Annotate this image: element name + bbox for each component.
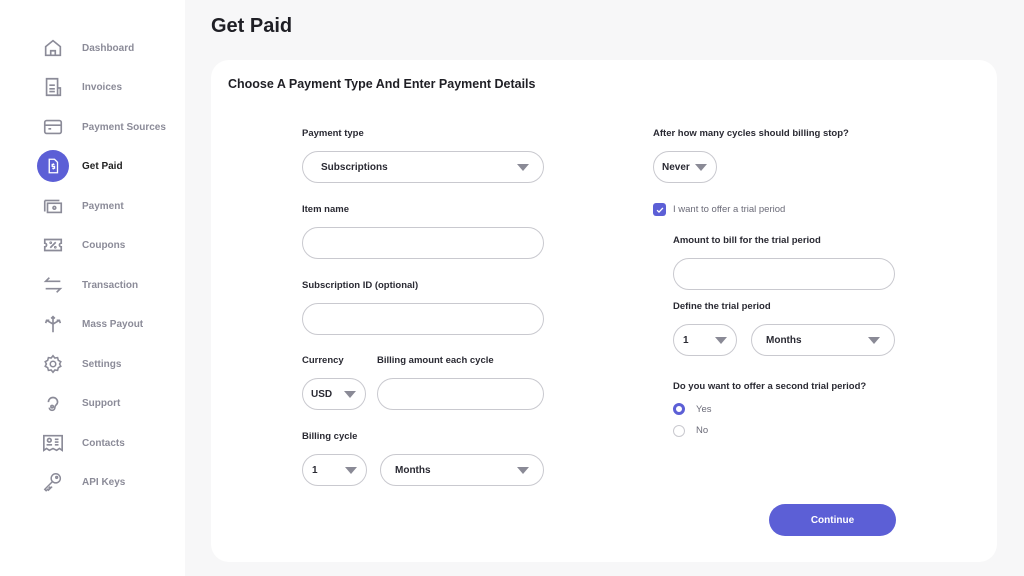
chevron-down-icon <box>695 164 707 171</box>
payment-details-card: Choose A Payment Type And Enter Payment … <box>211 60 997 562</box>
trial-amount-input[interactable] <box>688 268 880 280</box>
currency-value: USD <box>311 388 333 400</box>
trial-amount-field[interactable] <box>673 258 895 290</box>
support-icon <box>37 387 69 419</box>
sidebar-item-label: Settings <box>82 358 122 370</box>
currency-label: Currency <box>302 355 344 366</box>
billing-stop-select[interactable]: Never <box>653 151 717 183</box>
sidebar-item-get-paid[interactable]: Get Paid <box>37 149 185 183</box>
billing-amount-label: Billing amount each cycle <box>377 355 494 366</box>
chevron-down-icon <box>517 467 529 474</box>
billing-stop-value: Never <box>662 161 690 173</box>
trial-period-checkbox[interactable] <box>653 203 666 216</box>
sidebar-item-support[interactable]: Support <box>37 386 185 420</box>
sidebar-item-dashboard[interactable]: Dashboard <box>37 31 185 65</box>
billing-amount-input[interactable] <box>392 388 529 400</box>
chevron-down-icon <box>345 467 357 474</box>
billing-cycle-unit-select[interactable]: Months <box>380 454 544 486</box>
transfer-arrows-icon <box>37 269 69 301</box>
second-trial-yes-radio[interactable] <box>673 403 685 415</box>
contact-card-icon <box>37 427 69 459</box>
item-name-input[interactable] <box>317 237 529 249</box>
key-icon <box>37 466 69 498</box>
billing-cycle-count-select[interactable]: 1 <box>302 454 367 486</box>
sidebar-item-label: API Keys <box>82 476 126 488</box>
continue-button[interactable]: Continue <box>769 504 896 536</box>
chevron-down-icon <box>517 164 529 171</box>
sidebar-item-label: Invoices <box>82 81 123 93</box>
sidebar-item-label: Get Paid <box>82 160 123 172</box>
sidebar-item-label: Contacts <box>82 437 125 449</box>
trial-period-unit-select[interactable]: Months <box>751 324 895 356</box>
sidebar-item-label: Dashboard <box>82 42 135 54</box>
credit-card-icon <box>37 111 69 143</box>
sidebar-item-payment-sources[interactable]: Payment Sources <box>37 110 185 144</box>
trial-period-unit-value: Months <box>766 334 802 346</box>
sidebar-item-label: Payment <box>82 200 124 212</box>
card-title: Choose A Payment Type And Enter Payment … <box>228 77 536 91</box>
page-title: Get Paid <box>211 15 293 37</box>
item-name-field[interactable] <box>302 227 544 259</box>
home-icon <box>37 32 69 64</box>
sidebar-item-label: Mass Payout <box>82 318 144 330</box>
chevron-down-icon <box>344 391 356 398</box>
subscription-id-input[interactable] <box>317 313 529 325</box>
trial-period-label: Define the trial period <box>673 301 771 312</box>
subscription-id-field[interactable] <box>302 303 544 335</box>
sidebar: Dashboard Invoices Payment Sources Get P… <box>0 0 185 576</box>
sidebar-item-settings[interactable]: Settings <box>37 347 185 381</box>
trial-amount-label: Amount to bill for the trial period <box>673 235 821 246</box>
cash-icon <box>37 190 69 222</box>
sidebar-item-mass-payout[interactable]: Mass Payout <box>37 307 185 341</box>
sidebar-item-label: Support <box>82 397 121 409</box>
billing-cycle-label: Billing cycle <box>302 431 358 442</box>
second-trial-yes-label[interactable]: Yes <box>696 404 712 415</box>
trial-period-checkbox-label[interactable]: I want to offer a trial period <box>673 204 785 215</box>
billing-amount-field[interactable] <box>377 378 544 410</box>
checkmark-icon <box>656 206 663 213</box>
trial-period-count-select[interactable]: 1 <box>673 324 737 356</box>
sidebar-item-api-keys[interactable]: API Keys <box>37 465 185 499</box>
billing-cycle-unit-value: Months <box>395 464 431 476</box>
trial-period-count-value: 1 <box>683 334 689 346</box>
invoice-icon <box>37 71 69 103</box>
subscription-id-label: Subscription ID (optional) <box>302 280 419 291</box>
billing-cycle-count-value: 1 <box>312 464 318 476</box>
second-trial-label: Do you want to offer a second trial peri… <box>673 381 867 392</box>
sidebar-item-payment[interactable]: Payment <box>37 189 185 223</box>
chevron-down-icon <box>715 337 727 344</box>
second-trial-no-label[interactable]: No <box>696 425 708 436</box>
sidebar-item-label: Coupons <box>82 239 126 251</box>
second-trial-no-radio[interactable] <box>673 425 685 437</box>
payment-type-select[interactable]: Subscriptions <box>302 151 544 183</box>
split-arrows-icon <box>37 308 69 340</box>
gear-icon <box>37 348 69 380</box>
sidebar-item-label: Transaction <box>82 279 139 291</box>
dollar-document-icon <box>37 150 69 182</box>
currency-select[interactable]: USD <box>302 378 366 410</box>
payment-type-value: Subscriptions <box>321 161 388 173</box>
payment-type-label: Payment type <box>302 128 364 139</box>
sidebar-item-coupons[interactable]: Coupons <box>37 228 185 262</box>
item-name-label: Item name <box>302 204 349 215</box>
sidebar-item-label: Payment Sources <box>82 121 166 133</box>
sidebar-item-invoices[interactable]: Invoices <box>37 70 185 104</box>
billing-stop-label: After how many cycles should billing sto… <box>653 128 849 139</box>
sidebar-item-transaction[interactable]: Transaction <box>37 268 185 302</box>
chevron-down-icon <box>868 337 880 344</box>
sidebar-item-contacts[interactable]: Contacts <box>37 426 185 460</box>
coupon-icon <box>37 229 69 261</box>
